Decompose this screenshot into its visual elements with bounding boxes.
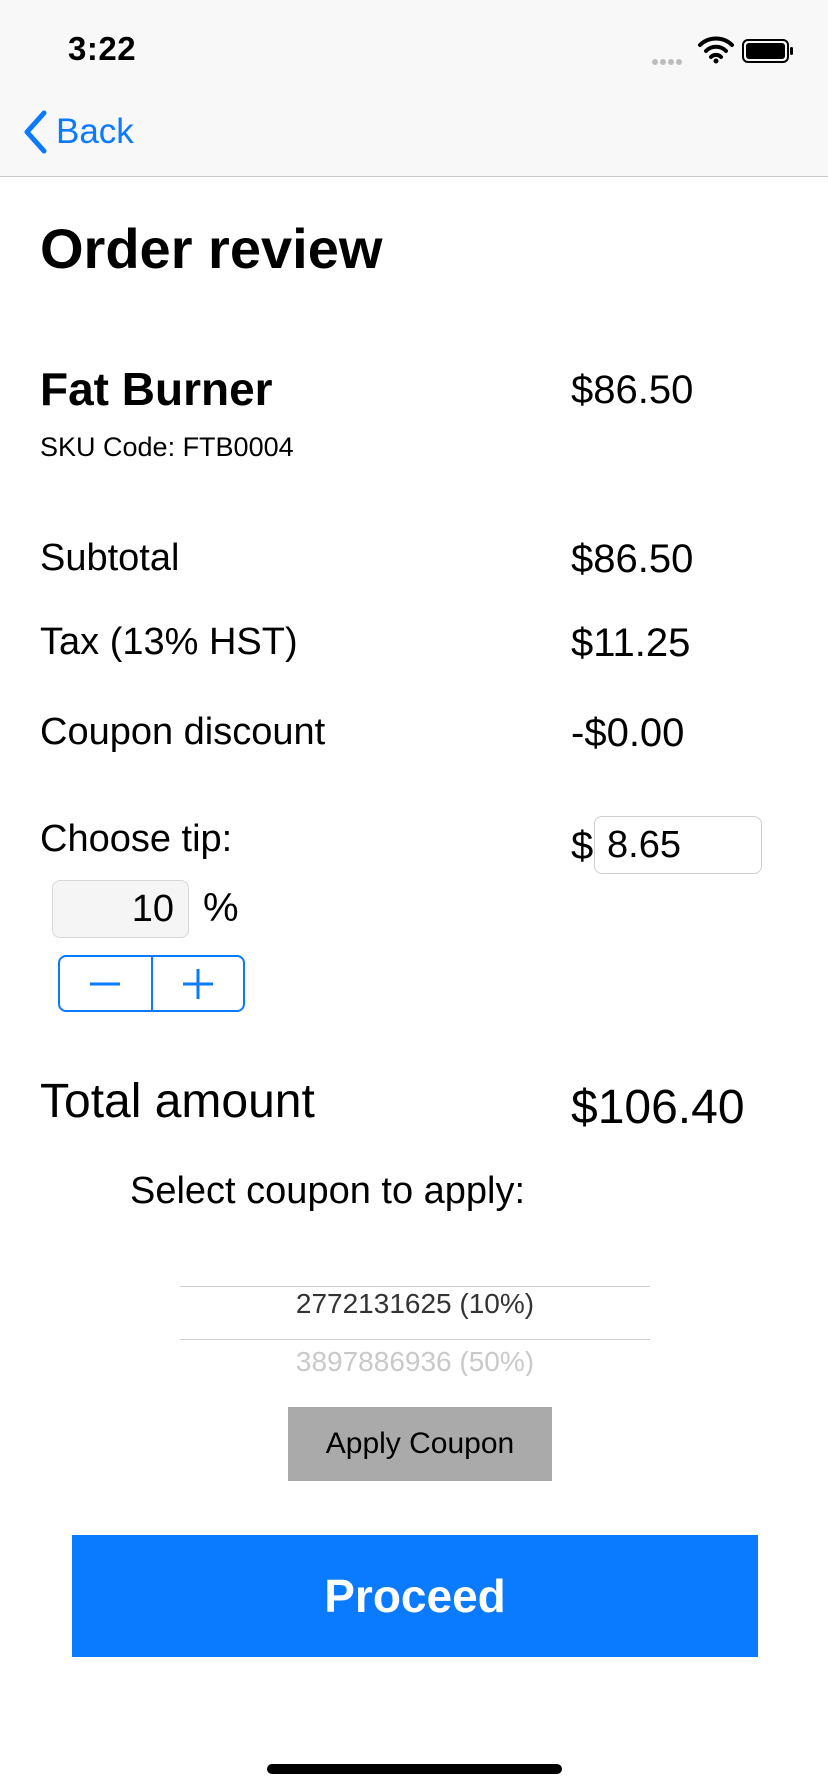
tip-currency-symbol: $ — [571, 824, 594, 868]
picker-option-selected[interactable]: 2772131625 (10%) — [180, 1288, 650, 1320]
back-label: Back — [56, 112, 134, 151]
page-title: Order review — [40, 217, 383, 280]
battery-icon — [742, 39, 793, 63]
percent-sign: % — [203, 886, 239, 930]
picker-divider — [180, 1339, 650, 1340]
picker-divider — [180, 1286, 650, 1287]
cellular-signal-icon — [652, 52, 690, 65]
home-indicator[interactable] — [267, 1764, 562, 1774]
coupon-discount-value: -$0.00 — [571, 711, 685, 755]
plus-icon — [182, 968, 213, 999]
subtotal-value: $86.50 — [571, 537, 694, 581]
increment-button[interactable] — [150, 957, 244, 1010]
wifi-icon — [698, 36, 734, 64]
tip-label: Choose tip: — [40, 818, 233, 860]
apply-coupon-button[interactable]: Apply Coupon — [288, 1407, 552, 1481]
tip-stepper — [58, 955, 245, 1012]
minus-icon — [90, 982, 121, 985]
coupon-prompt: Select coupon to apply: — [130, 1170, 526, 1212]
chevron-left-icon — [24, 110, 47, 154]
total-value: $106.40 — [571, 1081, 745, 1134]
picker-option[interactable]: 3897886936 (50%) — [180, 1346, 650, 1376]
status-time: 3:22 — [68, 30, 137, 67]
tax-value: $11.25 — [571, 621, 691, 665]
total-label: Total amount — [40, 1075, 315, 1128]
product-name: Fat Burner — [40, 363, 273, 415]
tax-label: Tax (13% HST) — [40, 621, 298, 663]
tip-amount-field[interactable] — [594, 816, 762, 874]
coupon-picker[interactable]: 2772131625 (10%) 3897886936 (50%) — [180, 1272, 650, 1376]
proceed-button[interactable]: Proceed — [72, 1535, 758, 1657]
back-button[interactable]: Back — [22, 108, 134, 156]
tip-percent-field[interactable] — [52, 880, 189, 938]
coupon-discount-label: Coupon discount — [40, 711, 326, 753]
decrement-button[interactable] — [60, 957, 151, 1010]
product-sku: SKU Code: FTB0004 — [40, 432, 294, 462]
subtotal-label: Subtotal — [40, 537, 180, 579]
product-price: $86.50 — [571, 368, 694, 412]
